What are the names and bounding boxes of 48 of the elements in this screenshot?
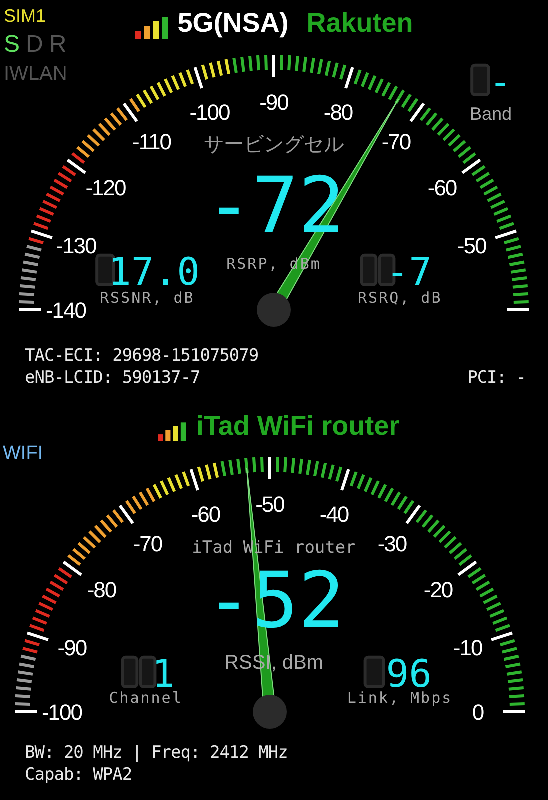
- wifi-network-name: iTad WiFi router: [196, 411, 400, 442]
- scale-label: -60: [191, 502, 220, 528]
- pci-text: PCI: -: [468, 368, 526, 388]
- scale-label: -100: [190, 100, 230, 126]
- bandwidth-frequency-text: BW: 20 MHz | Freq: 2412 MHz: [25, 742, 289, 762]
- rsrq-label: RSRQ, dB: [358, 289, 442, 307]
- scale-label: -50: [256, 492, 284, 517]
- signal-bars-icon: [158, 422, 186, 442]
- rssnr-label: RSSNR, dB: [100, 289, 195, 307]
- wifi-label: WIFI: [3, 443, 44, 465]
- signal-bars-icon: [134, 17, 168, 39]
- scale-label: -20: [424, 578, 453, 603]
- scale-label: -50: [457, 234, 486, 259]
- scale-label: -110: [132, 130, 171, 155]
- scale-label: -120: [86, 176, 126, 201]
- band-reading: -: [489, 60, 512, 104]
- serving-cell-caption: サービングセル: [204, 132, 344, 156]
- enb-lcid-text: eNB-LCID: 590137-7: [25, 368, 200, 388]
- digit-backdrop: [364, 656, 386, 688]
- scale-label: -60: [428, 176, 457, 201]
- scale-label: -30: [378, 532, 407, 557]
- digit-backdrop: [121, 656, 157, 688]
- band-label: Band: [470, 104, 512, 124]
- scale-label: -130: [56, 234, 96, 259]
- scale-label: -140: [46, 298, 86, 323]
- mode-indicator: S: [4, 31, 20, 59]
- digit-backdrop: [470, 64, 490, 96]
- iwlan-indicator: IWLAN: [4, 63, 68, 86]
- mode-indicator: D: [26, 31, 44, 59]
- scale-label: -100: [42, 700, 82, 725]
- needle-hub: [253, 695, 287, 729]
- tac-eci-text: TAC-ECI: 29698-151075079: [25, 346, 260, 366]
- scale-label: -80: [87, 578, 116, 603]
- sim-label: SIM1: [4, 6, 48, 27]
- operator-name: Rakuten: [306, 8, 414, 39]
- scale-label: -70: [382, 130, 411, 155]
- scale-label: -80: [324, 100, 353, 126]
- scale-label: -70: [133, 532, 162, 557]
- scale-label: 0: [472, 700, 484, 725]
- scale-label: -90: [58, 636, 87, 661]
- scale-label: -40: [320, 502, 349, 528]
- scale-label: -90: [260, 90, 288, 115]
- mode-indicator: R: [49, 31, 67, 59]
- network-type: 5G(NSA): [178, 8, 289, 39]
- rsrp-reading: -72: [206, 162, 345, 251]
- needle-hub: [257, 293, 291, 327]
- capabilities-text: Capab: WPA2: [25, 764, 134, 784]
- scale-label: -10: [453, 636, 482, 661]
